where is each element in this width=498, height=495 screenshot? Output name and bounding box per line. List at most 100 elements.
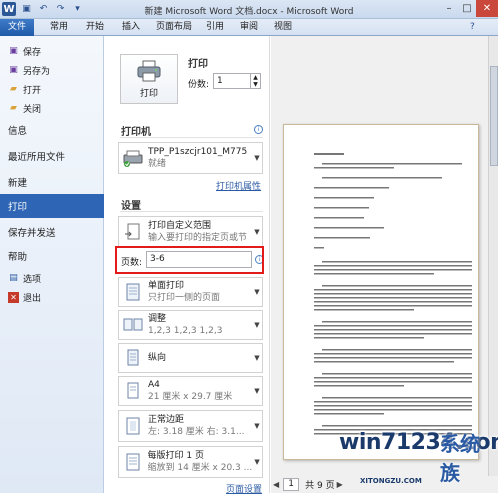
- print-range-sub: 输入要打印的指定页或节: [148, 232, 248, 243]
- tab-references[interactable]: 引用: [200, 19, 230, 36]
- printer-heading: 打印机: [121, 127, 151, 138]
- collate-dropdown[interactable]: 调整 1,2,3 1,2,3 1,2,3 ▼: [118, 310, 263, 340]
- nav-recent[interactable]: 最近所用文件: [0, 144, 104, 168]
- chevron-down-icon: ▼: [254, 288, 260, 296]
- tab-insert[interactable]: 插入: [116, 19, 146, 36]
- printer-name: TPP_P1szcjr101_M775: [148, 147, 248, 157]
- nav-help[interactable]: 帮助: [0, 244, 104, 268]
- tab-home[interactable]: 开始: [80, 19, 110, 36]
- pages-per-sheet-icon: [121, 450, 145, 474]
- folder-open-icon: ▰: [10, 84, 17, 94]
- margins-sub: 左: 3.18 厘米 右: 3.1...: [148, 427, 245, 437]
- sides-main: 单面打印: [148, 281, 185, 291]
- one-sided-icon: [121, 280, 145, 304]
- close-window-button[interactable]: ✕: [476, 0, 498, 17]
- nav-print[interactable]: 打印: [0, 194, 113, 218]
- maximize-button[interactable]: □: [458, 0, 476, 17]
- spin-up-icon[interactable]: ▲: [253, 74, 258, 81]
- collate-main: 调整: [148, 314, 167, 324]
- printer-device-icon: [121, 146, 145, 170]
- chevron-down-icon: ▼: [254, 227, 260, 236]
- page-setup-link[interactable]: 页面设置: [226, 482, 262, 495]
- printer-divider: [120, 137, 263, 138]
- nav-info[interactable]: 信息: [0, 118, 104, 142]
- document-text-lines: [314, 153, 472, 435]
- print-button[interactable]: 打印: [120, 54, 178, 104]
- portrait-icon: [121, 346, 145, 370]
- next-page-icon[interactable]: ▶: [337, 480, 343, 489]
- printer-properties-link[interactable]: 打印机属性: [216, 179, 261, 192]
- backstage-nav: ▣ 保存 ▣ 另存为 ▰ 打开 ▰ 关闭 信息 最近所用文件 新建 打印 保存并…: [0, 36, 113, 493]
- margins-icon: [121, 414, 145, 438]
- paper-size-sub: 21 厘米 x 29.7 厘米: [148, 392, 233, 402]
- tab-file[interactable]: 文件: [0, 19, 34, 36]
- margins-main: 正常边距: [148, 415, 185, 425]
- nav-save-as[interactable]: ▣ 另存为: [0, 61, 104, 79]
- settings-heading: 设置: [121, 201, 141, 212]
- nav-save[interactable]: ▣ 保存: [0, 42, 104, 60]
- collate-icon: [121, 313, 145, 337]
- printer-info-icon[interactable]: i: [254, 125, 263, 134]
- tab-page-layout[interactable]: 页面布局: [150, 19, 198, 36]
- tab-common[interactable]: 常用: [44, 19, 74, 36]
- print-heading: 打印: [188, 59, 208, 70]
- tab-view[interactable]: 视图: [268, 19, 298, 36]
- collate-sub: 1,2,3 1,2,3 1,2,3: [148, 326, 223, 336]
- nav-save-send[interactable]: 保存并发送: [0, 220, 104, 244]
- sides-sub: 只打印一侧的页面: [148, 293, 221, 303]
- watermark-small: XITONGZU.COM: [360, 477, 422, 485]
- copies-input[interactable]: 1: [213, 73, 251, 89]
- orientation-main: 纵向: [148, 353, 167, 363]
- scrollbar-thumb[interactable]: [490, 66, 498, 166]
- preview-scrollbar[interactable]: [488, 36, 498, 484]
- nav-open[interactable]: ▰ 打开: [0, 80, 104, 98]
- options-icon: ▤: [9, 273, 18, 283]
- folder-close-icon: ▰: [10, 103, 17, 113]
- pages-per-sheet-dropdown[interactable]: 每版打印 1 页 缩放到 14 厘米 x 20.3 ... ▼: [118, 446, 263, 478]
- sides-dropdown[interactable]: 单面打印 只打印一侧的页面 ▼: [118, 277, 263, 307]
- tab-review[interactable]: 审阅: [234, 19, 264, 36]
- title-bar: W ▣ ↶ ↷ ▾ 新建 Microsoft Word 文档.docx - Mi…: [0, 0, 498, 19]
- prev-page-icon[interactable]: ◀: [273, 480, 279, 489]
- printer-status: 就绪: [148, 159, 167, 169]
- printer-icon: [137, 60, 161, 82]
- paper-size-dropdown[interactable]: A4 21 厘米 x 29.7 厘米 ▼: [118, 376, 263, 406]
- nav-new[interactable]: 新建: [0, 170, 104, 194]
- current-page-input[interactable]: 1: [283, 478, 300, 491]
- copies-spinner[interactable]: ▲ ▼: [251, 73, 261, 89]
- nav-open-label: 打开: [23, 85, 42, 96]
- printer-dropdown[interactable]: TPP_P1szcjr101_M775 就绪 ▼: [118, 142, 263, 174]
- exit-icon: ✕: [8, 291, 19, 303]
- chevron-down-icon: ▼: [254, 154, 260, 162]
- print-range-main: 打印自定义范围: [148, 220, 212, 231]
- copies-label: 份数:: [188, 80, 210, 90]
- orientation-dropdown[interactable]: 纵向 ▼: [118, 343, 263, 373]
- chevron-down-icon: ▼: [254, 387, 260, 395]
- pages-per-sheet-sub: 缩放到 14 厘米 x 20.3 ...: [147, 463, 253, 473]
- minimize-button[interactable]: –: [440, 0, 458, 17]
- page-range-icon: [121, 220, 145, 244]
- nav-exit[interactable]: ✕ 退出: [0, 288, 104, 306]
- pages-per-sheet-main: 每版打印 1 页: [147, 451, 204, 461]
- nav-options[interactable]: ▤ 选项: [0, 269, 104, 287]
- margins-dropdown[interactable]: 正常边距 左: 3.18 厘米 右: 3.1... ▼: [118, 410, 263, 442]
- highlight-box: [115, 246, 264, 274]
- nav-close-label: 关闭: [23, 104, 42, 115]
- settings-divider: [120, 211, 263, 212]
- chevron-down-icon: ▼: [254, 422, 260, 430]
- total-pages: 共 9 页: [305, 481, 335, 491]
- nav-options-label: 选项: [23, 274, 42, 285]
- chevron-down-icon: ▼: [254, 458, 260, 466]
- spin-down-icon[interactable]: ▼: [253, 81, 258, 88]
- print-range-dropdown[interactable]: 打印自定义范围 输入要打印的指定页或节 ▼: [118, 216, 263, 247]
- help-icon[interactable]: ?: [470, 22, 475, 32]
- nav-save-as-label: 另存为: [23, 66, 51, 77]
- chevron-down-icon: ▼: [254, 321, 260, 329]
- save-as-icon: ▣: [9, 65, 18, 75]
- paper-size-main: A4: [148, 380, 160, 390]
- preview-page: [283, 124, 479, 460]
- nav-save-label: 保存: [23, 47, 42, 58]
- print-button-label: 打印: [139, 89, 158, 99]
- nav-close[interactable]: ▰ 关闭: [0, 99, 104, 117]
- chevron-down-icon: ▼: [254, 354, 260, 362]
